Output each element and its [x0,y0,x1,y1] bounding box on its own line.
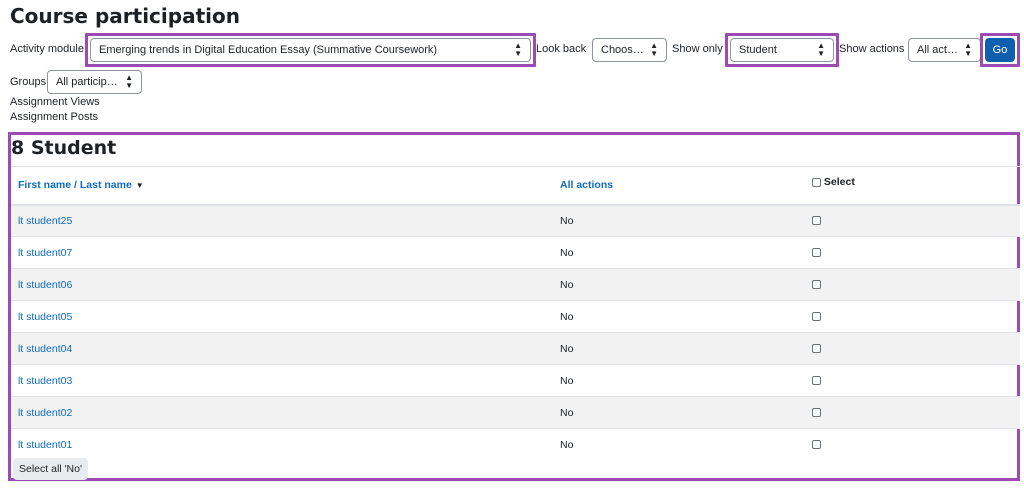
participant-name-link[interactable]: lt student06 [18,279,72,291]
select-column-label: Select [823,176,855,188]
participant-name-cell: lt student07 [11,236,559,269]
groups-value: All participants [56,76,119,88]
select-cell [811,268,1020,301]
actions-cell: No [559,236,811,269]
go-button[interactable]: Go [985,38,1015,62]
report-heading: 8 Student [11,137,117,159]
show-actions-select[interactable]: All actions ▲▼ [908,38,981,62]
actions-cell: No [559,300,811,333]
select-cell [811,332,1020,365]
show-actions-label: Show actions [839,43,905,55]
actions-cell: No [559,428,811,461]
name-column-header[interactable]: First name / Last name ▼ [11,166,559,206]
chevron-updown-icon: ▲ ▼ [817,41,825,58]
participant-name-cell: lt student06 [11,268,559,301]
table-row: lt student05 No [11,300,1020,333]
participant-name-link[interactable]: lt student25 [18,215,72,227]
actions-cell: No [559,332,811,365]
table-row: lt student07 No [11,236,1020,269]
sort-desc-icon: ▼ [135,181,144,191]
select-cell [811,364,1020,397]
select-all-no-button[interactable]: Select all 'No' [13,458,88,480]
row-select-checkbox[interactable] [812,248,821,258]
info-assignment-views: Assignment Views [10,96,100,108]
select-column-header: Select [811,166,1020,206]
participant-name-cell: lt student04 [11,332,559,365]
groups-label: Groups [10,76,47,88]
row-select-checkbox[interactable] [812,344,821,354]
row-select-checkbox[interactable] [812,376,821,386]
table-row: lt student25 No [11,204,1020,237]
table-row: lt student02 No [11,396,1020,429]
actions-cell: No [559,364,811,397]
participant-name-cell: lt student05 [11,300,559,333]
participant-name-cell: lt student02 [11,396,559,429]
row-select-checkbox[interactable] [812,216,821,226]
actions-cell: No [559,204,811,237]
table-row: lt student06 No [11,268,1020,301]
select-cell [811,204,1020,237]
actions-cell: No [559,268,811,301]
participant-name-cell: lt student01 [11,428,559,461]
select-cell [811,236,1020,269]
look-back-select[interactable]: Choose... ▲ ▼ [592,38,667,62]
row-select-checkbox[interactable] [812,312,821,322]
row-select-checkbox[interactable] [812,280,821,290]
row-select-checkbox[interactable] [812,408,821,418]
chevron-updown-icon: ▲ ▼ [125,73,133,90]
table-row: lt student03 No [11,364,1020,397]
look-back-label: Look back [536,43,587,55]
show-only-select[interactable]: Student ▲ ▼ [730,38,834,62]
participant-name-link[interactable]: lt student03 [18,375,72,387]
participants-table: First name / Last name ▼ All actions Sele… [11,166,1020,461]
select-cell [811,300,1020,333]
chevron-updown-icon: ▲ ▼ [650,41,658,58]
participant-name-link[interactable]: lt student07 [18,247,72,259]
participant-name-link[interactable]: lt student05 [18,311,72,323]
participant-name-link[interactable]: lt student01 [18,439,72,451]
look-back-value: Choose... [601,44,645,56]
show-only-value: Student [739,44,777,56]
show-only-label: Show only [672,43,723,55]
table-row: lt student04 No [11,332,1020,365]
chevron-updown-icon: ▲ ▼ [514,41,522,58]
activity-module-select[interactable]: Emerging trends in Digital Education Ess… [90,38,531,62]
table-header-row: First name / Last name ▼ All actions Sele… [11,166,1020,206]
show-actions-value: All actions [917,44,958,56]
select-cell [811,428,1020,461]
activity-module-label: Activity module [10,43,84,55]
participant-name-link[interactable]: lt student02 [18,407,72,419]
participant-name-cell: lt student25 [11,204,559,237]
actions-cell: No [559,396,811,429]
info-assignment-posts: Assignment Posts [10,111,99,123]
activity-module-value: Emerging trends in Digital Education Ess… [99,44,438,56]
participant-name-link[interactable]: lt student04 [18,343,72,355]
select-all-checkbox[interactable] [812,177,821,187]
groups-select[interactable]: All participants ▲▼ [47,70,142,94]
row-select-checkbox[interactable] [812,440,821,450]
page-title: Course participation [10,4,240,28]
chevron-updown-icon: ▲ ▼ [964,41,972,58]
participation-report: 8 Student First name / Last name ▼ All ac… [8,132,1020,481]
select-cell [811,396,1020,429]
name-column-label[interactable]: First name / Last name [18,179,132,191]
actions-column-header[interactable]: All actions [559,166,811,206]
table-row: lt student01 No [11,428,1020,461]
participant-name-cell: lt student03 [11,364,559,397]
